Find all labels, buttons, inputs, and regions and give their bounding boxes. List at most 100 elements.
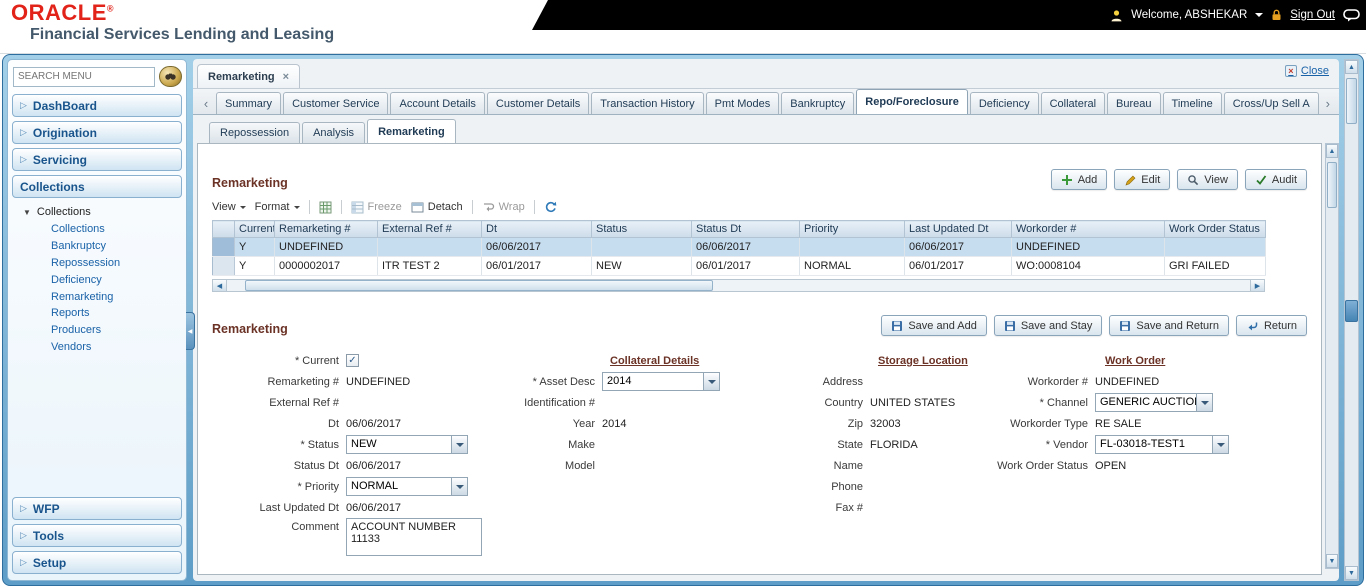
chevron-down-icon[interactable]: [451, 478, 467, 495]
col-wo-status[interactable]: Work Order Status: [1164, 220, 1266, 238]
save-and-add-button[interactable]: Save and Add: [881, 315, 987, 336]
chevron-down-icon[interactable]: [703, 373, 719, 390]
tab-timeline[interactable]: Timeline: [1162, 92, 1222, 114]
close-window-icon[interactable]: ×: [1284, 65, 1297, 77]
sidebar-item-tools[interactable]: ▷ Tools: [12, 524, 182, 547]
window-vertical-scrollbar[interactable]: ▲ ▼: [1344, 59, 1359, 581]
wrap-button[interactable]: Wrap: [482, 201, 525, 213]
sidebar-collapse-handle[interactable]: ◀: [186, 312, 195, 350]
freeze-button[interactable]: Freeze: [351, 201, 402, 214]
table-horizontal-scrollbar[interactable]: ◀ ▶: [212, 279, 1265, 292]
return-button[interactable]: Return: [1235, 315, 1307, 336]
chat-icon[interactable]: [1343, 8, 1360, 22]
view-menu[interactable]: View: [212, 201, 246, 213]
row-selector[interactable]: [212, 237, 235, 257]
row-selector[interactable]: [212, 256, 235, 276]
col-last-updated[interactable]: Last Updated Dt: [904, 220, 1012, 238]
col-dt[interactable]: Dt: [481, 220, 592, 238]
welcome-menu[interactable]: Welcome, ABSHEKAR: [1131, 9, 1247, 21]
scroll-down-icon[interactable]: ▼: [1326, 554, 1338, 568]
tree-item-remarketing[interactable]: Remarketing: [23, 288, 181, 305]
tree-item-deficiency[interactable]: Deficiency: [23, 271, 181, 288]
tree-item-vendors[interactable]: Vendors: [23, 338, 181, 355]
tab-deficiency[interactable]: Deficiency: [969, 92, 1039, 114]
doc-tab-remarketing[interactable]: Remarketing ×: [197, 64, 301, 88]
format-menu[interactable]: Format: [255, 201, 300, 213]
tab-customer-details[interactable]: Customer Details: [486, 92, 590, 114]
save-and-return-button[interactable]: Save and Return: [1109, 315, 1229, 336]
scroll-up-icon[interactable]: ▲: [1345, 60, 1358, 74]
chevron-down-icon[interactable]: [1255, 13, 1264, 21]
table-row[interactable]: Y UNDEFINED 06/06/2017 06/06/2017 06/06/…: [212, 237, 1266, 257]
tab-transaction-history[interactable]: Transaction History: [591, 92, 704, 114]
save-and-stay-button[interactable]: Save and Stay: [993, 315, 1103, 336]
scrollbar-thumb[interactable]: [245, 280, 713, 291]
comment-textarea[interactable]: ACCOUNT NUMBER 11133: [346, 518, 482, 556]
scroll-right-icon[interactable]: ▶: [1250, 280, 1264, 291]
status-select[interactable]: NEW: [346, 435, 468, 454]
workorder-link[interactable]: WO:0008104: [1011, 256, 1165, 276]
tree-item-repossession[interactable]: Repossession: [23, 255, 181, 272]
search-button[interactable]: [159, 66, 182, 87]
scroll-left-icon[interactable]: ◀: [213, 280, 227, 291]
scrollbar-thumb[interactable]: [1327, 162, 1337, 208]
tab-account-details[interactable]: Account Details: [390, 92, 485, 114]
scroll-up-icon[interactable]: ▲: [1326, 144, 1338, 158]
subtab-analysis[interactable]: Analysis: [302, 122, 366, 143]
sidebar-item-setup[interactable]: ▷ Setup: [12, 551, 182, 574]
splitter-handle[interactable]: [1345, 300, 1358, 323]
col-priority[interactable]: Priority: [799, 220, 905, 238]
tab-pmt-modes[interactable]: Pmt Modes: [705, 92, 780, 114]
add-button[interactable]: Add: [1050, 169, 1108, 190]
search-input[interactable]: [13, 66, 155, 87]
sidebar-item-dashboard[interactable]: ▷ DashBoard: [12, 94, 182, 117]
col-status[interactable]: Status: [591, 220, 692, 238]
sidebar-item-wfp[interactable]: ▷ WFP: [12, 497, 182, 520]
current-checkbox[interactable]: [346, 354, 359, 367]
audit-button[interactable]: Audit: [1244, 169, 1307, 190]
tab-bankruptcy[interactable]: Bankruptcy: [781, 92, 855, 114]
tree-item-producers[interactable]: Producers: [23, 322, 181, 339]
tree-item-bankruptcy[interactable]: Bankruptcy: [23, 238, 181, 255]
content-vertical-scrollbar[interactable]: ▲ ▼: [1325, 143, 1339, 569]
scrollbar-thumb[interactable]: [1346, 78, 1357, 124]
tree-item-collections[interactable]: Collections: [23, 221, 181, 238]
scroll-down-icon[interactable]: ▼: [1345, 566, 1358, 580]
channel-select[interactable]: GENERIC AUCTION INT: [1095, 393, 1213, 412]
chevron-down-icon[interactable]: [451, 436, 467, 453]
tree-root-collections[interactable]: ▼ Collections: [23, 206, 181, 221]
tree-item-reports[interactable]: Reports: [23, 305, 181, 322]
tab-bureau[interactable]: Bureau: [1107, 92, 1161, 114]
sidebar-item-origination[interactable]: ▷ Origination: [12, 121, 182, 144]
asset-desc-select[interactable]: 2014: [602, 372, 720, 391]
subtab-repossession[interactable]: Repossession: [209, 122, 301, 143]
edit-button[interactable]: Edit: [1114, 169, 1171, 190]
col-status-dt[interactable]: Status Dt: [691, 220, 800, 238]
close-icon[interactable]: ×: [283, 71, 289, 83]
col-remarketing-no[interactable]: Remarketing #: [274, 220, 378, 238]
detach-button[interactable]: Detach: [411, 201, 463, 213]
export-button[interactable]: [319, 201, 332, 214]
table-row[interactable]: Y 0000002017 ITR TEST 2 06/01/2017 NEW 0…: [212, 256, 1266, 276]
chevron-down-icon[interactable]: [1212, 436, 1228, 453]
collapse-arrow-icon[interactable]: ▼: [23, 208, 31, 217]
refresh-button[interactable]: [544, 201, 558, 214]
sign-out-link[interactable]: Sign Out: [1290, 9, 1335, 21]
close-window-link[interactable]: × Close: [1284, 65, 1329, 77]
tab-cross-up-sell[interactable]: Cross/Up Sell A: [1223, 92, 1319, 114]
col-external-ref[interactable]: External Ref #: [377, 220, 482, 238]
sidebar-item-collections[interactable]: Collections: [12, 175, 182, 198]
subtab-remarketing[interactable]: Remarketing: [367, 119, 456, 143]
tab-customer-service[interactable]: Customer Service: [283, 92, 389, 114]
priority-select[interactable]: NORMAL: [346, 477, 468, 496]
col-current[interactable]: Current: [234, 220, 275, 238]
tab-summary[interactable]: Summary: [216, 92, 282, 114]
tab-repo-foreclosure[interactable]: Repo/Foreclosure: [856, 89, 968, 114]
tabs-scroll-right-icon[interactable]: ›: [1321, 94, 1335, 112]
vendor-select[interactable]: FL-03018-TEST1: [1095, 435, 1229, 454]
view-button[interactable]: View: [1177, 169, 1238, 190]
sidebar-item-servicing[interactable]: ▷ Servicing: [12, 148, 182, 171]
tab-collateral[interactable]: Collateral: [1040, 92, 1106, 114]
tabs-scroll-left-icon[interactable]: ‹: [199, 94, 213, 112]
col-workorder-no[interactable]: Workorder #: [1011, 220, 1165, 238]
